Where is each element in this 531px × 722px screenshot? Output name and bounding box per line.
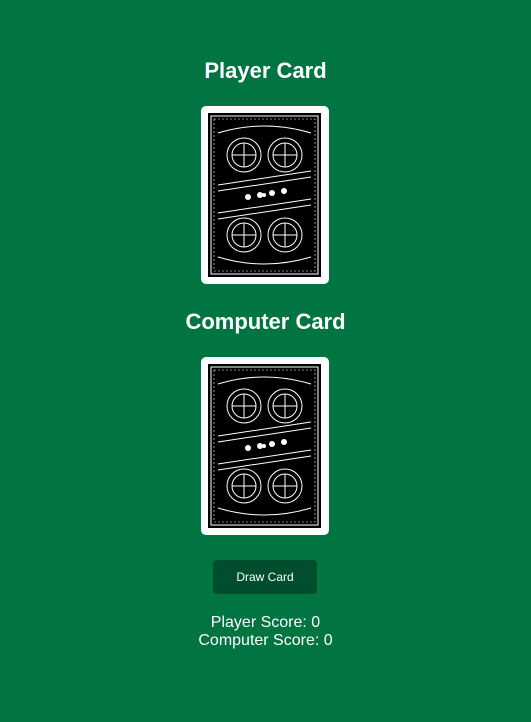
computer-score: Computer Score: 0 [198,632,333,649]
score-board: Player Score: 0 Computer Score: 0 [0,614,531,650]
computer-card-title: Computer Card [185,309,346,334]
card-back-icon [208,113,321,277]
draw-card-button[interactable]: Draw Card [213,560,317,594]
player-score: Player Score: 0 [210,614,321,631]
card-back-icon [208,364,321,528]
player-card [201,106,329,284]
computer-card [201,357,329,535]
player-card-title: Player Card [204,58,327,83]
